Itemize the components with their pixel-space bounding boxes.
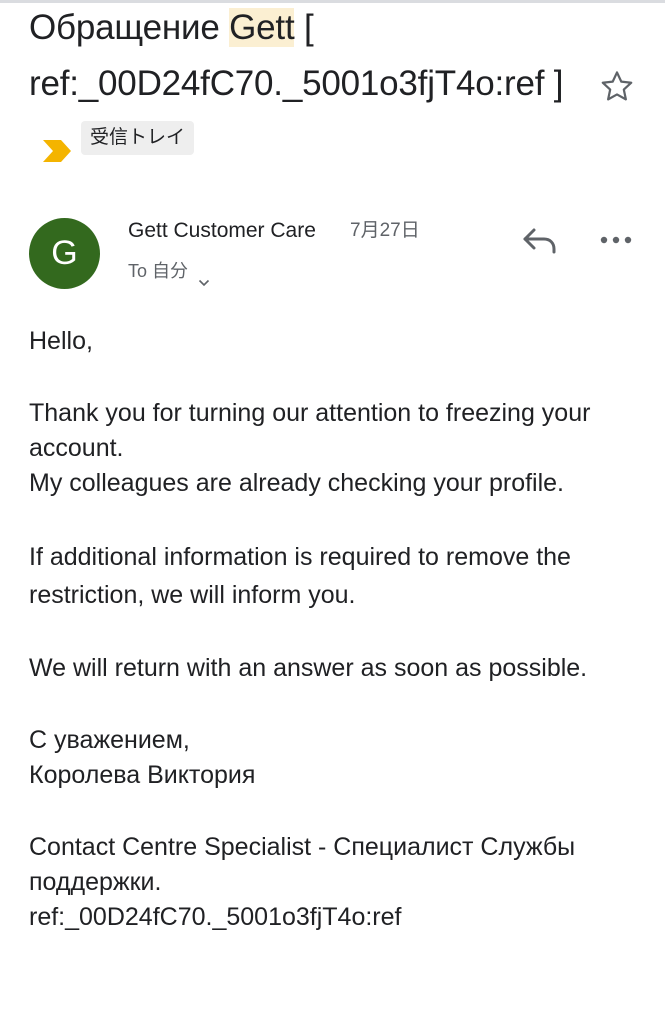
sender-avatar[interactable]: G <box>29 218 100 289</box>
email-body: Hello, Thank you for turning our attenti… <box>29 324 649 935</box>
importance-marker-icon[interactable] <box>41 125 73 162</box>
body-paragraph-1: Thank you for turning our attention to f… <box>29 399 591 462</box>
chevron-down-icon <box>198 267 210 287</box>
reply-icon[interactable] <box>520 224 560 258</box>
body-paragraph-2: If additional information is required to… <box>29 543 571 609</box>
body-paragraph-1b: My colleagues are already checking your … <box>29 469 564 497</box>
more-horizontal-icon[interactable] <box>598 228 634 252</box>
signature-title: Contact Centre Specialist - Специалист С… <box>29 833 576 896</box>
sender-name[interactable]: Gett Customer Care <box>128 216 316 246</box>
body-greeting: Hello, <box>29 327 93 355</box>
star-outline-icon[interactable] <box>598 68 636 106</box>
recipient-text: To 自分 <box>128 261 189 281</box>
recipient-details-toggle[interactable]: To 自分 <box>128 256 210 287</box>
signature-ref: ref:_00D24fC70._5001o3fjT4o:ref <box>29 903 402 931</box>
inbox-label-chip[interactable]: 受信トレイ <box>81 120 195 155</box>
signature-name: Королева Виктория <box>29 761 256 789</box>
subject-text: Обращение <box>29 8 230 47</box>
subject-highlight: Gett <box>229 8 295 47</box>
email-subject: Обращение Gett [ ref:_00D24fC70._5001o3f… <box>29 0 589 168</box>
message-date: 7月27日 <box>350 220 420 241</box>
signature-greeting: С уважением, <box>29 726 190 754</box>
body-paragraph-3: We will return with an answer as soon as… <box>29 654 588 682</box>
